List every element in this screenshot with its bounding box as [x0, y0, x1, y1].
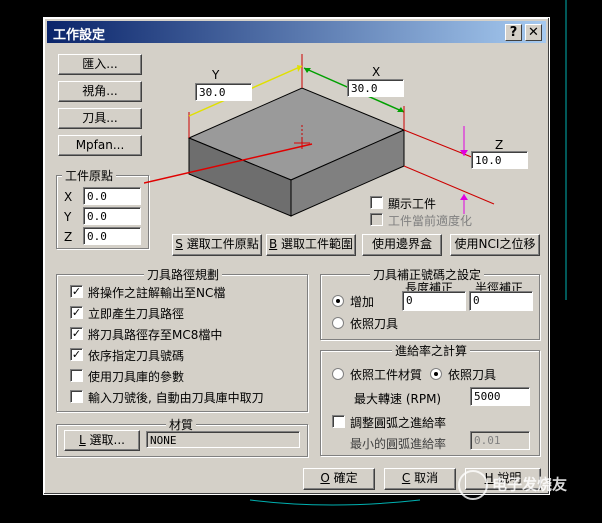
background-lines — [249, 0, 567, 506]
watermark-logo-icon — [458, 470, 488, 500]
watermark-text: 电子发烧友 — [492, 475, 568, 494]
watermark: 电子发烧友 — [458, 470, 588, 510]
cyan-arc — [249, 499, 421, 506]
